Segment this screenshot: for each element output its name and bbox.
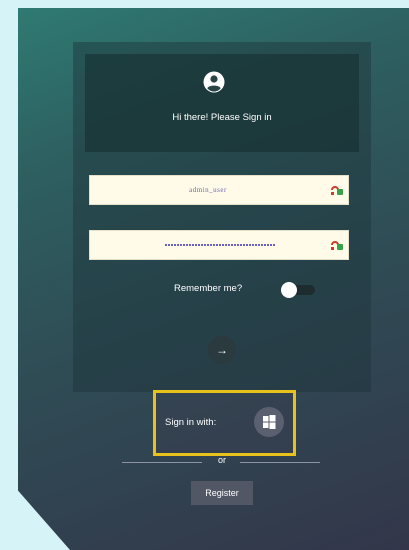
password-field[interactable] bbox=[89, 230, 349, 260]
username-value: admin_user bbox=[189, 186, 227, 194]
page-title: Hi there! Please Sign in bbox=[172, 112, 272, 123]
windows-icon bbox=[263, 415, 276, 429]
user-circle-icon bbox=[203, 71, 225, 93]
sso-label: Sign in with: bbox=[165, 417, 217, 428]
remember-me-toggle[interactable] bbox=[281, 282, 315, 298]
divider-line-right bbox=[240, 462, 320, 463]
arrow-right-icon: → bbox=[216, 343, 228, 357]
toggle-knob bbox=[281, 282, 297, 298]
sign-in-submit-button[interactable]: → bbox=[208, 336, 236, 364]
screenshot-stage: Hi there! Please Sign in admin_user Reme… bbox=[0, 0, 409, 550]
login-header bbox=[85, 54, 359, 152]
remember-me-label: Remember me? bbox=[174, 283, 243, 294]
password-manager-icon[interactable] bbox=[330, 238, 344, 252]
divider-line-left bbox=[122, 462, 202, 463]
divider-or: or bbox=[217, 455, 226, 465]
password-mask bbox=[165, 244, 275, 246]
register-button[interactable]: Register bbox=[191, 481, 253, 505]
password-manager-icon[interactable] bbox=[330, 183, 344, 197]
username-field[interactable]: admin_user bbox=[89, 175, 349, 205]
windows-sign-in-button[interactable] bbox=[254, 407, 284, 437]
